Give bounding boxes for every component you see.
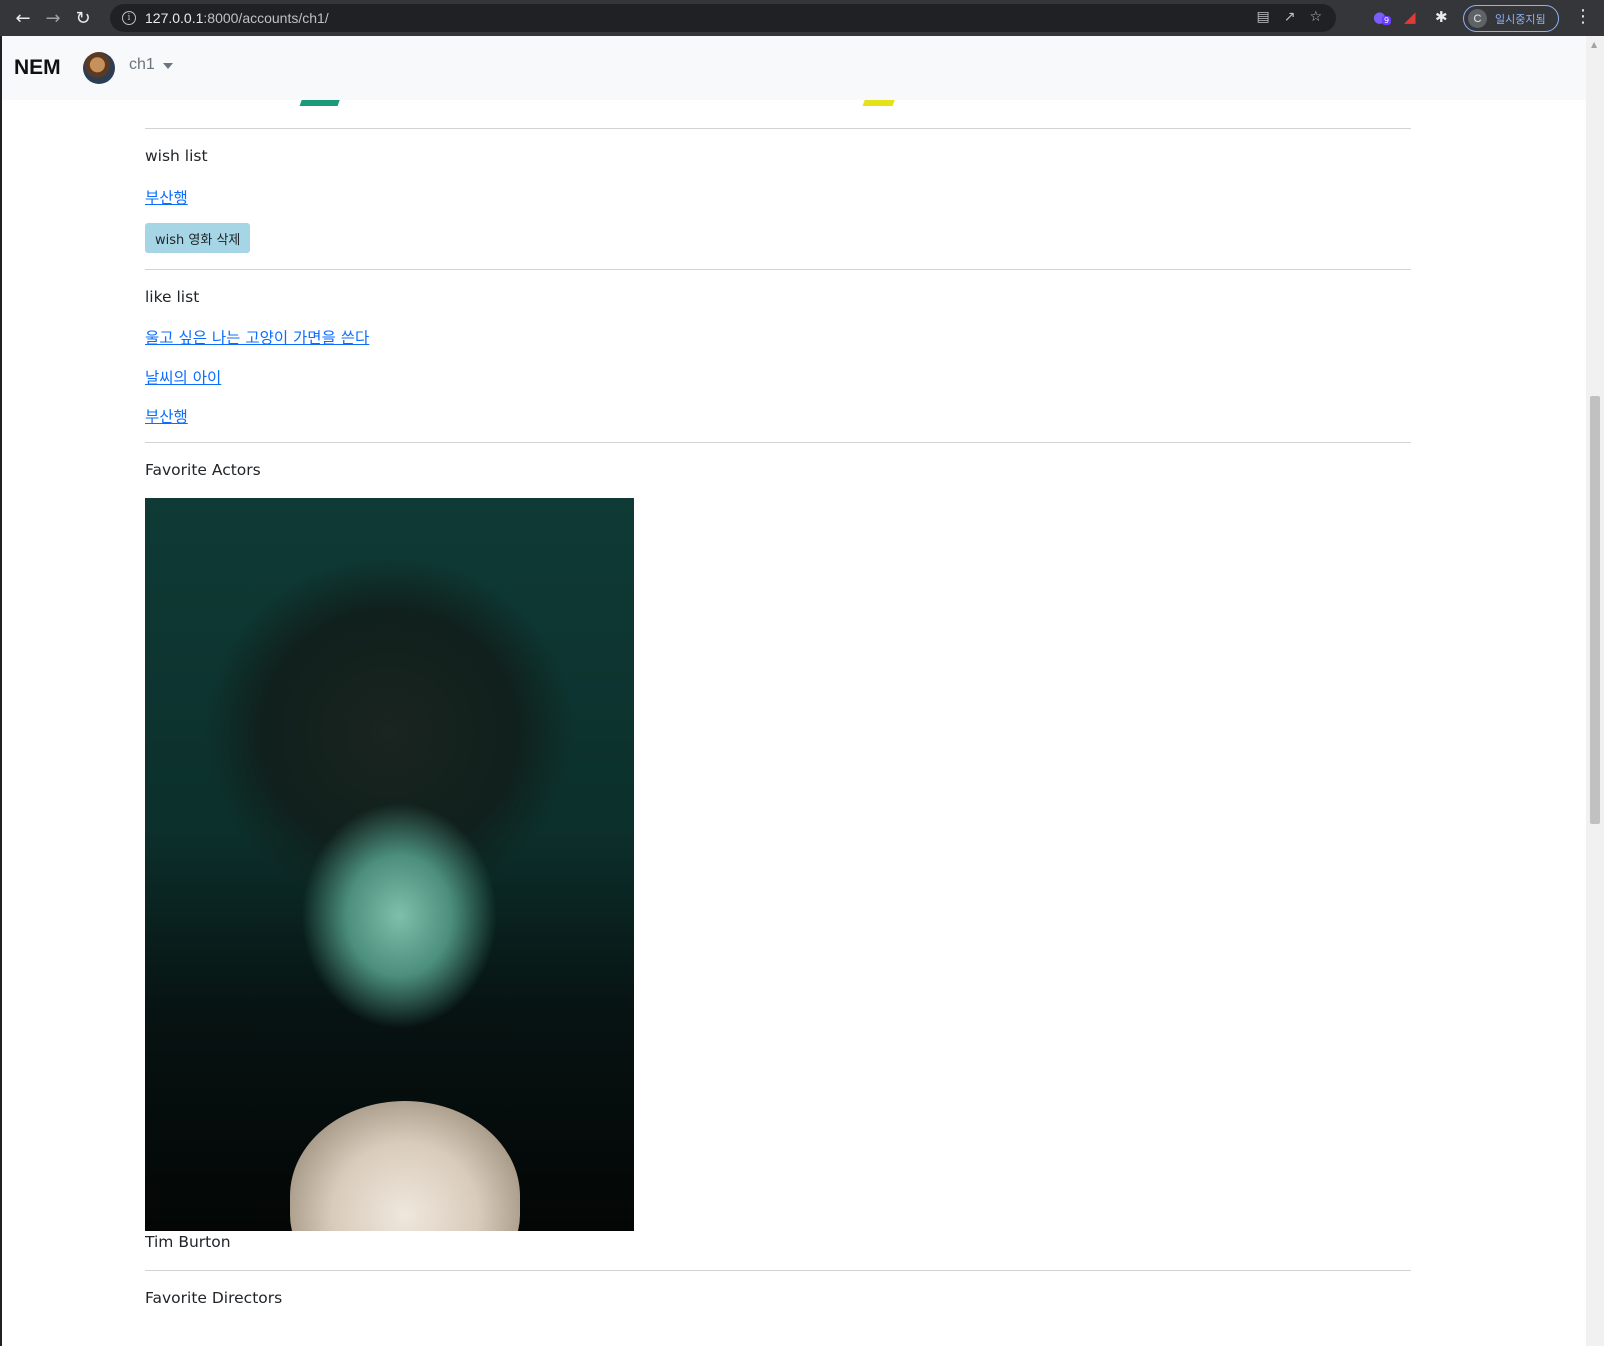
actor-name: Tim Burton [145, 1233, 231, 1251]
url-text[interactable]: 127.0.0.1:8000/accounts/ch1/ [145, 10, 329, 26]
page-scrollbar[interactable]: ▲ [1586, 36, 1604, 1346]
scroll-up-arrow-icon[interactable]: ▲ [1591, 40, 1597, 49]
wish-movie-link[interactable]: 부산행 [145, 186, 188, 208]
profile-label: 일시중지됨 [1495, 12, 1546, 26]
doll-figure [290, 1101, 520, 1231]
divider [145, 128, 1411, 129]
avatar[interactable] [83, 52, 115, 84]
menu-kebab-icon[interactable]: ⋮ [1574, 6, 1592, 27]
divider [145, 1270, 1411, 1271]
address-bar[interactable]: i 127.0.0.1:8000/accounts/ch1/ ▤ ↗ ☆ [110, 4, 1336, 32]
site-info-icon[interactable]: i [122, 11, 136, 25]
user-dropdown-toggle[interactable]: ch1 [129, 56, 155, 74]
profile-initial: C [1468, 9, 1487, 28]
divider [145, 269, 1411, 270]
caret-down-icon[interactable] [163, 63, 173, 69]
browser-toolbar: ← → ↻ i 127.0.0.1:8000/accounts/ch1/ ▤ ↗… [0, 0, 1604, 36]
extension-badge: 9 [1382, 16, 1392, 25]
translate-icon[interactable]: ▤ [1256, 9, 1269, 25]
like-movie-link[interactable]: 날씨의 아이 [145, 366, 221, 388]
share-icon[interactable]: ↗ [1284, 9, 1296, 25]
like-movie-link[interactable]: 부산행 [145, 405, 188, 427]
wish-list-heading: wish list [145, 147, 208, 165]
back-arrow-icon[interactable]: ← [8, 3, 38, 33]
scrollbar-thumb[interactable] [1590, 396, 1600, 824]
forward-arrow-icon[interactable]: → [38, 3, 68, 33]
shield-extension-icon[interactable]: ◢ [1404, 8, 1416, 26]
puzzle-icon[interactable]: ✱ [1435, 8, 1448, 26]
site-navbar: NEM ch1 [2, 36, 1586, 100]
favorite-directors-heading: Favorite Directors [145, 1289, 283, 1307]
url-host: 127.0.0.1 [145, 10, 204, 26]
actor-photo[interactable] [145, 498, 634, 1231]
page-viewport: NEM ch1 wish list 부산행 wish 영화 삭제 like li… [2, 36, 1586, 1346]
favorite-actors-heading: Favorite Actors [145, 461, 261, 479]
reload-icon[interactable]: ↻ [68, 3, 98, 33]
profile-button[interactable]: C 일시중지됨 [1463, 5, 1559, 32]
extension-icon[interactable]: ● 9 [1373, 8, 1392, 26]
wish-delete-button[interactable]: wish 영화 삭제 [145, 223, 251, 253]
divider [145, 442, 1411, 443]
like-movie-link[interactable]: 울고 싶은 나는 고양이 가면을 쓴다 [145, 326, 369, 348]
bookmark-star-icon[interactable]: ☆ [1309, 9, 1322, 25]
like-list-heading: like list [145, 288, 200, 306]
url-path: :8000/accounts/ch1/ [203, 10, 329, 26]
brand-logo[interactable]: NEM [14, 56, 61, 80]
